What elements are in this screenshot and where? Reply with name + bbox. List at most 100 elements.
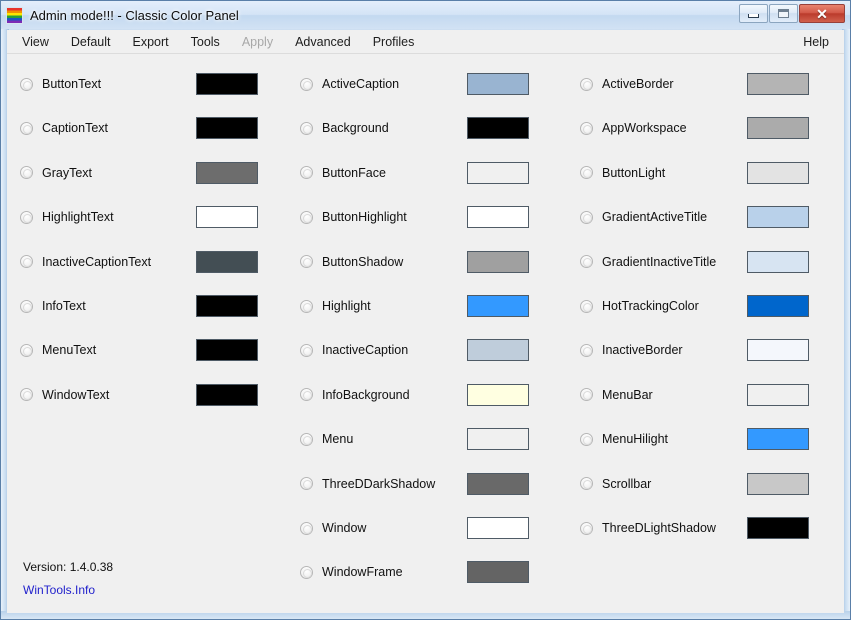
- radio-infobackground[interactable]: [300, 388, 313, 402]
- radio-menutext[interactable]: [20, 343, 33, 357]
- radio-gradientactivetitle[interactable]: [580, 210, 593, 224]
- radio-scrollbar[interactable]: [580, 477, 593, 491]
- menu-item-tools[interactable]: Tools: [180, 31, 231, 53]
- color-row[interactable]: ActiveCaption: [287, 62, 567, 106]
- color-swatch-menutext[interactable]: [196, 339, 258, 362]
- color-row[interactable]: HighlightText: [7, 195, 287, 239]
- menu-item-default[interactable]: Default: [60, 31, 122, 53]
- color-swatch-menubar[interactable]: [747, 383, 809, 406]
- color-row[interactable]: ThreeDDarkShadow: [287, 462, 567, 506]
- color-swatch-scrollbar[interactable]: [747, 472, 809, 495]
- color-row[interactable]: Background: [287, 106, 567, 150]
- radio-buttonlight[interactable]: [580, 166, 593, 180]
- radio-windowtext[interactable]: [20, 388, 33, 402]
- color-row[interactable]: GradientActiveTitle: [567, 195, 844, 239]
- radio-highlighttext[interactable]: [20, 210, 33, 224]
- color-swatch-windowframe[interactable]: [467, 561, 529, 584]
- color-swatch-infotext[interactable]: [196, 295, 258, 317]
- radio-inactiveborder[interactable]: [580, 343, 593, 357]
- radio-menu[interactable]: [300, 432, 313, 446]
- color-row[interactable]: WindowFrame: [287, 550, 567, 594]
- radio-activecaption[interactable]: [300, 77, 313, 91]
- color-row[interactable]: GrayText: [7, 151, 287, 195]
- radio-buttonhighlight[interactable]: [300, 210, 313, 224]
- radio-hottrackingcolor[interactable]: [580, 299, 593, 313]
- minimize-button[interactable]: [739, 4, 768, 23]
- radio-inactivecaptiontext[interactable]: [20, 255, 33, 269]
- radio-highlight[interactable]: [300, 299, 313, 313]
- color-row[interactable]: ButtonHighlight: [287, 195, 567, 239]
- menu-item-help[interactable]: Help: [792, 31, 840, 53]
- color-row[interactable]: HotTrackingColor: [567, 284, 844, 328]
- color-swatch-highlight[interactable]: [467, 295, 529, 317]
- wintools-info-link[interactable]: WinTools.Info: [23, 583, 95, 597]
- color-row[interactable]: Scrollbar: [567, 462, 844, 506]
- menu-item-profiles[interactable]: Profiles: [362, 31, 426, 53]
- color-row[interactable]: CaptionText: [7, 106, 287, 150]
- color-row[interactable]: MenuBar: [567, 373, 844, 417]
- color-swatch-activeborder[interactable]: [747, 73, 809, 95]
- radio-menubar[interactable]: [580, 388, 593, 402]
- radio-background[interactable]: [300, 121, 313, 135]
- radio-gradientinactivetitle[interactable]: [580, 255, 593, 269]
- color-swatch-appworkspace[interactable]: [747, 117, 809, 140]
- color-row[interactable]: MenuHilight: [567, 417, 844, 461]
- title-bar[interactable]: Admin mode!!! - Classic Color Panel ✕: [1, 1, 850, 29]
- radio-menuhilight[interactable]: [580, 432, 593, 446]
- radio-inactivecaption[interactable]: [300, 343, 313, 357]
- color-swatch-windowtext[interactable]: [196, 383, 258, 406]
- maximize-button[interactable]: [769, 4, 798, 23]
- radio-buttontext[interactable]: [20, 77, 33, 91]
- color-swatch-infobackground[interactable]: [467, 383, 529, 406]
- color-swatch-window[interactable]: [467, 517, 529, 539]
- radio-buttonface[interactable]: [300, 166, 313, 180]
- menu-item-view[interactable]: View: [11, 31, 60, 53]
- color-swatch-highlighttext[interactable]: [196, 206, 258, 229]
- color-row[interactable]: ButtonFace: [287, 151, 567, 195]
- color-row[interactable]: InfoText: [7, 284, 287, 328]
- close-button[interactable]: ✕: [799, 4, 845, 23]
- color-swatch-buttonhighlight[interactable]: [467, 206, 529, 229]
- color-swatch-background[interactable]: [467, 117, 529, 140]
- radio-captiontext[interactable]: [20, 121, 33, 135]
- color-row[interactable]: ThreeDLightShadow: [567, 506, 844, 550]
- color-row[interactable]: WindowText: [7, 373, 287, 417]
- color-swatch-threedlightshadow[interactable]: [747, 517, 809, 539]
- color-row[interactable]: AppWorkspace: [567, 106, 844, 150]
- radio-graytext[interactable]: [20, 166, 33, 180]
- color-swatch-buttonface[interactable]: [467, 161, 529, 184]
- color-row[interactable]: InfoBackground: [287, 373, 567, 417]
- color-row[interactable]: InactiveCaption: [287, 328, 567, 372]
- color-swatch-menu[interactable]: [467, 428, 529, 451]
- menu-item-export[interactable]: Export: [121, 31, 179, 53]
- color-row[interactable]: MenuText: [7, 328, 287, 372]
- color-row[interactable]: ButtonText: [7, 62, 287, 106]
- radio-threedlightshadow[interactable]: [580, 521, 593, 535]
- color-row[interactable]: InactiveCaptionText: [7, 240, 287, 284]
- color-swatch-buttonlight[interactable]: [747, 161, 809, 184]
- color-swatch-inactivecaption[interactable]: [467, 339, 529, 362]
- color-row[interactable]: GradientInactiveTitle: [567, 240, 844, 284]
- color-swatch-buttonshadow[interactable]: [467, 250, 529, 273]
- color-row[interactable]: InactiveBorder: [567, 328, 844, 372]
- menu-item-advanced[interactable]: Advanced: [284, 31, 362, 53]
- color-row[interactable]: Highlight: [287, 284, 567, 328]
- radio-appworkspace[interactable]: [580, 121, 593, 135]
- color-row[interactable]: Menu: [287, 417, 567, 461]
- color-row[interactable]: ActiveBorder: [567, 62, 844, 106]
- radio-threeddarkshadow[interactable]: [300, 477, 313, 491]
- color-row[interactable]: ButtonLight: [567, 151, 844, 195]
- color-swatch-inactivecaptiontext[interactable]: [196, 250, 258, 273]
- color-swatch-hottrackingcolor[interactable]: [747, 295, 809, 317]
- color-swatch-captiontext[interactable]: [196, 117, 258, 140]
- color-row[interactable]: Window: [287, 506, 567, 550]
- radio-windowframe[interactable]: [300, 565, 313, 579]
- radio-window[interactable]: [300, 521, 313, 535]
- color-swatch-gradientinactivetitle[interactable]: [747, 250, 809, 273]
- color-swatch-inactiveborder[interactable]: [747, 339, 809, 362]
- radio-infotext[interactable]: [20, 299, 33, 313]
- radio-buttonshadow[interactable]: [300, 255, 313, 269]
- color-swatch-gradientactivetitle[interactable]: [747, 206, 809, 229]
- color-swatch-threeddarkshadow[interactable]: [467, 472, 529, 495]
- color-row[interactable]: ButtonShadow: [287, 240, 567, 284]
